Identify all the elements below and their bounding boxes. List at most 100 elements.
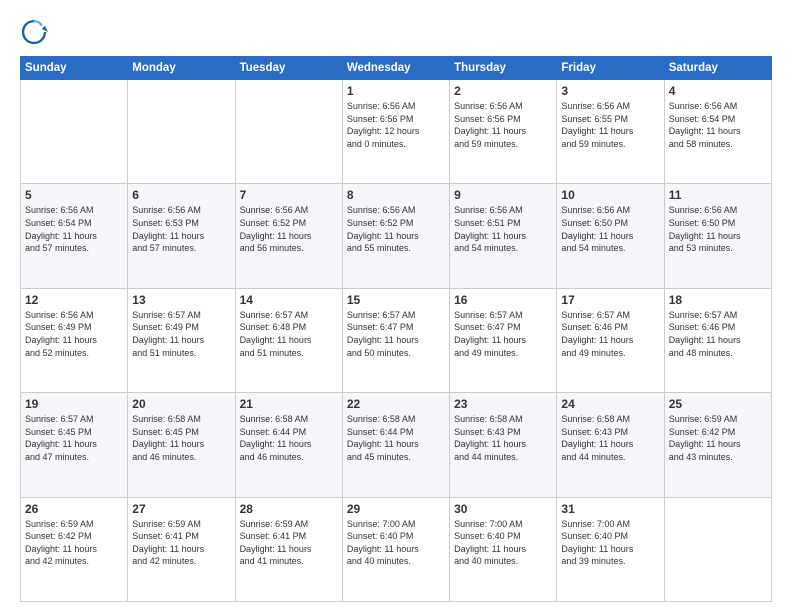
calendar-cell: 19 Sunrise: 6:57 AM Sunset: 6:45 PM Dayli… <box>21 393 128 497</box>
cell-info: Sunrise: 7:00 AM Sunset: 6:40 PM Dayligh… <box>454 518 552 568</box>
day-number: 25 <box>669 397 767 411</box>
cell-info: Sunrise: 6:57 AM Sunset: 6:47 PM Dayligh… <box>347 309 445 359</box>
day-header-wednesday: Wednesday <box>342 57 449 80</box>
cell-info: Sunrise: 6:56 AM Sunset: 6:50 PM Dayligh… <box>669 204 767 254</box>
day-number: 11 <box>669 188 767 202</box>
calendar-cell: 31 Sunrise: 7:00 AM Sunset: 6:40 PM Dayli… <box>557 497 664 601</box>
calendar-week-row: 1 Sunrise: 6:56 AM Sunset: 6:56 PM Daylig… <box>21 80 772 184</box>
day-header-monday: Monday <box>128 57 235 80</box>
calendar-cell: 7 Sunrise: 6:56 AM Sunset: 6:52 PM Daylig… <box>235 184 342 288</box>
day-number: 7 <box>240 188 338 202</box>
calendar-cell: 10Sunrise: 6:56 AM Sunset: 6:50 PM Dayli… <box>557 184 664 288</box>
calendar-cell: 15 Sunrise: 6:57 AM Sunset: 6:47 PM Dayli… <box>342 288 449 392</box>
calendar-cell: 30Sunrise: 7:00 AM Sunset: 6:40 PM Dayli… <box>450 497 557 601</box>
cell-info: Sunrise: 6:59 AM Sunset: 6:42 PM Dayligh… <box>25 518 123 568</box>
cell-info: Sunrise: 6:56 AM Sunset: 6:52 PM Dayligh… <box>240 204 338 254</box>
day-number: 12 <box>25 293 123 307</box>
day-number: 20 <box>132 397 230 411</box>
day-number: 19 <box>25 397 123 411</box>
cell-info: Sunrise: 6:57 AM Sunset: 6:47 PM Dayligh… <box>454 309 552 359</box>
day-number: 13 <box>132 293 230 307</box>
cell-info: Sunrise: 6:57 AM Sunset: 6:45 PM Dayligh… <box>25 413 123 463</box>
cell-info: Sunrise: 6:59 AM Sunset: 6:41 PM Dayligh… <box>240 518 338 568</box>
calendar-cell: 27Sunrise: 6:59 AM Sunset: 6:41 PM Dayli… <box>128 497 235 601</box>
day-number: 26 <box>25 502 123 516</box>
calendar-cell: 24 Sunrise: 6:58 AM Sunset: 6:43 PM Dayli… <box>557 393 664 497</box>
cell-info: Sunrise: 6:57 AM Sunset: 6:48 PM Dayligh… <box>240 309 338 359</box>
cell-info: Sunrise: 6:56 AM Sunset: 6:49 PM Dayligh… <box>25 309 123 359</box>
page: SundayMondayTuesdayWednesdayThursdayFrid… <box>0 0 792 612</box>
day-number: 8 <box>347 188 445 202</box>
day-number: 18 <box>669 293 767 307</box>
calendar-week-row: 26 Sunrise: 6:59 AM Sunset: 6:42 PM Dayli… <box>21 497 772 601</box>
cell-info: Sunrise: 7:00 AM Sunset: 6:40 PM Dayligh… <box>561 518 659 568</box>
day-number: 27 <box>132 502 230 516</box>
cell-info: Sunrise: 6:57 AM Sunset: 6:46 PM Dayligh… <box>561 309 659 359</box>
cell-info: Sunrise: 6:58 AM Sunset: 6:44 PM Dayligh… <box>240 413 338 463</box>
calendar-cell: 21 Sunrise: 6:58 AM Sunset: 6:44 PM Dayli… <box>235 393 342 497</box>
calendar-week-row: 5Sunrise: 6:56 AM Sunset: 6:54 PM Daylig… <box>21 184 772 288</box>
logo-icon <box>20 18 48 46</box>
calendar-cell: 25 Sunrise: 6:59 AM Sunset: 6:42 PM Dayli… <box>664 393 771 497</box>
day-number: 10 <box>561 188 659 202</box>
cell-info: Sunrise: 6:56 AM Sunset: 6:55 PM Dayligh… <box>561 100 659 150</box>
day-number: 21 <box>240 397 338 411</box>
cell-info: Sunrise: 6:58 AM Sunset: 6:44 PM Dayligh… <box>347 413 445 463</box>
cell-info: Sunrise: 6:56 AM Sunset: 6:56 PM Dayligh… <box>347 100 445 150</box>
calendar-cell: 13 Sunrise: 6:57 AM Sunset: 6:49 PM Dayli… <box>128 288 235 392</box>
header <box>20 18 772 46</box>
cell-info: Sunrise: 6:56 AM Sunset: 6:53 PM Dayligh… <box>132 204 230 254</box>
calendar-cell: 11 Sunrise: 6:56 AM Sunset: 6:50 PM Dayli… <box>664 184 771 288</box>
day-number: 22 <box>347 397 445 411</box>
cell-info: Sunrise: 6:57 AM Sunset: 6:49 PM Dayligh… <box>132 309 230 359</box>
calendar-cell: 6 Sunrise: 6:56 AM Sunset: 6:53 PM Daylig… <box>128 184 235 288</box>
calendar-cell: 20Sunrise: 6:58 AM Sunset: 6:45 PM Dayli… <box>128 393 235 497</box>
calendar-cell: 2Sunrise: 6:56 AM Sunset: 6:56 PM Daylig… <box>450 80 557 184</box>
day-number: 29 <box>347 502 445 516</box>
day-number: 23 <box>454 397 552 411</box>
day-header-thursday: Thursday <box>450 57 557 80</box>
calendar-cell: 14 Sunrise: 6:57 AM Sunset: 6:48 PM Dayli… <box>235 288 342 392</box>
day-number: 5 <box>25 188 123 202</box>
calendar-cell: 12 Sunrise: 6:56 AM Sunset: 6:49 PM Dayli… <box>21 288 128 392</box>
day-number: 31 <box>561 502 659 516</box>
calendar-cell: 5Sunrise: 6:56 AM Sunset: 6:54 PM Daylig… <box>21 184 128 288</box>
calendar-cell <box>128 80 235 184</box>
calendar-table: SundayMondayTuesdayWednesdayThursdayFrid… <box>20 56 772 602</box>
cell-info: Sunrise: 7:00 AM Sunset: 6:40 PM Dayligh… <box>347 518 445 568</box>
cell-info: Sunrise: 6:59 AM Sunset: 6:42 PM Dayligh… <box>669 413 767 463</box>
day-number: 17 <box>561 293 659 307</box>
day-number: 2 <box>454 84 552 98</box>
cell-info: Sunrise: 6:56 AM Sunset: 6:52 PM Dayligh… <box>347 204 445 254</box>
day-header-sunday: Sunday <box>21 57 128 80</box>
day-number: 16 <box>454 293 552 307</box>
calendar-cell: 26 Sunrise: 6:59 AM Sunset: 6:42 PM Dayli… <box>21 497 128 601</box>
day-number: 1 <box>347 84 445 98</box>
day-number: 14 <box>240 293 338 307</box>
calendar-cell: 4 Sunrise: 6:56 AM Sunset: 6:54 PM Daylig… <box>664 80 771 184</box>
day-number: 6 <box>132 188 230 202</box>
calendar-cell: 28 Sunrise: 6:59 AM Sunset: 6:41 PM Dayli… <box>235 497 342 601</box>
calendar-header-row: SundayMondayTuesdayWednesdayThursdayFrid… <box>21 57 772 80</box>
calendar-cell <box>664 497 771 601</box>
calendar-cell <box>21 80 128 184</box>
day-number: 4 <box>669 84 767 98</box>
day-header-tuesday: Tuesday <box>235 57 342 80</box>
calendar-cell: 29 Sunrise: 7:00 AM Sunset: 6:40 PM Dayli… <box>342 497 449 601</box>
calendar-cell: 22 Sunrise: 6:58 AM Sunset: 6:44 PM Dayli… <box>342 393 449 497</box>
day-number: 24 <box>561 397 659 411</box>
calendar-cell: 8 Sunrise: 6:56 AM Sunset: 6:52 PM Daylig… <box>342 184 449 288</box>
day-number: 28 <box>240 502 338 516</box>
day-header-friday: Friday <box>557 57 664 80</box>
calendar-cell: 16 Sunrise: 6:57 AM Sunset: 6:47 PM Dayli… <box>450 288 557 392</box>
logo <box>20 18 52 46</box>
cell-info: Sunrise: 6:57 AM Sunset: 6:46 PM Dayligh… <box>669 309 767 359</box>
day-number: 15 <box>347 293 445 307</box>
calendar-cell: 3Sunrise: 6:56 AM Sunset: 6:55 PM Daylig… <box>557 80 664 184</box>
cell-info: Sunrise: 6:58 AM Sunset: 6:43 PM Dayligh… <box>561 413 659 463</box>
cell-info: Sunrise: 6:56 AM Sunset: 6:51 PM Dayligh… <box>454 204 552 254</box>
calendar-cell: 9Sunrise: 6:56 AM Sunset: 6:51 PM Daylig… <box>450 184 557 288</box>
calendar-cell: 1 Sunrise: 6:56 AM Sunset: 6:56 PM Daylig… <box>342 80 449 184</box>
calendar-cell <box>235 80 342 184</box>
cell-info: Sunrise: 6:56 AM Sunset: 6:54 PM Dayligh… <box>669 100 767 150</box>
